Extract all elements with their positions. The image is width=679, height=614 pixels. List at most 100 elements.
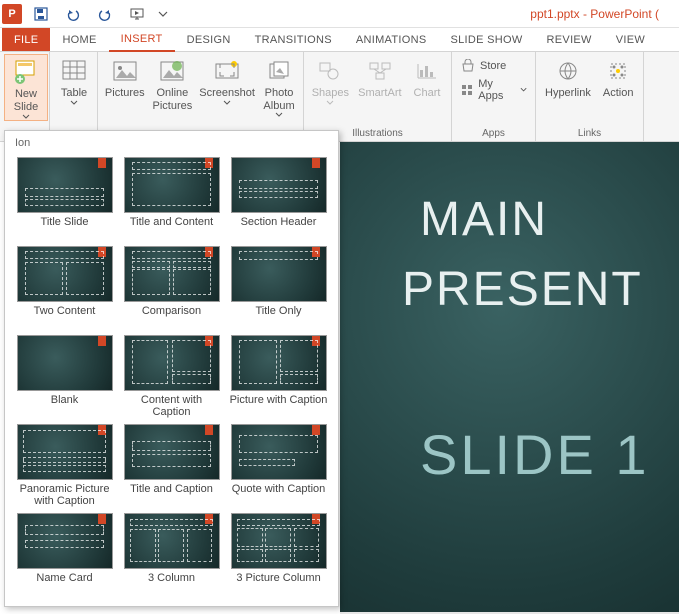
screenshot-label: Screenshot — [199, 87, 255, 100]
online-pictures-button[interactable]: Online Pictures — [150, 54, 196, 112]
smartart-label: SmartArt — [358, 87, 401, 100]
layout-name-card[interactable]: Name Card — [13, 511, 116, 598]
table-button[interactable]: Table — [54, 54, 94, 106]
layout-blank[interactable]: Blank — [13, 333, 116, 420]
table-icon — [60, 57, 88, 85]
layout-thumb — [231, 246, 327, 302]
ribbon: New Slide Table Pictures — [0, 52, 679, 142]
group-links-label: Links — [540, 128, 639, 141]
layout-thumb — [17, 513, 113, 569]
qat-customize-icon[interactable] — [156, 3, 170, 25]
layout-3-column[interactable]: 3 Column — [120, 511, 223, 598]
chart-icon — [413, 57, 441, 85]
slide-subtitle: SLIDE 1 — [420, 422, 650, 487]
layout-label: Title and Content — [130, 216, 213, 240]
store-button[interactable]: Store — [456, 57, 531, 75]
layout-content-with-caption[interactable]: Content with Caption — [120, 333, 223, 420]
layout-thumb — [231, 424, 327, 480]
store-icon — [460, 58, 476, 74]
layout-thumb — [124, 513, 220, 569]
group-apps-label: Apps — [456, 128, 531, 141]
chart-label: Chart — [414, 87, 441, 100]
layout-thumb — [17, 424, 113, 480]
store-label: Store — [480, 60, 506, 72]
title-bar: P ppt1.pptx - PowerPoint ( — [0, 0, 679, 28]
start-slideshow-icon[interactable] — [124, 3, 150, 25]
photo-album-icon — [265, 57, 293, 85]
new-slide-icon — [12, 58, 40, 86]
layout-thumb — [124, 335, 220, 391]
layout-label: Two Content — [34, 305, 96, 329]
layout-label: Title Only — [255, 305, 301, 329]
layout-thumb — [231, 335, 327, 391]
shapes-label: Shapes — [312, 87, 349, 100]
layout-thumb — [17, 335, 113, 391]
screenshot-button[interactable]: Screenshot — [197, 54, 257, 106]
redo-icon[interactable] — [92, 3, 118, 25]
tab-transitions[interactable]: TRANSITIONS — [243, 28, 344, 51]
layout-label: Picture with Caption — [230, 394, 328, 418]
tab-design[interactable]: DESIGN — [175, 28, 243, 51]
pictures-button[interactable]: Pictures — [102, 54, 148, 100]
layout-comparison[interactable]: Comparison — [120, 244, 223, 331]
tab-view[interactable]: VIEW — [604, 28, 657, 51]
tab-animations[interactable]: ANIMATIONS — [344, 28, 439, 51]
hyperlink-label: Hyperlink — [545, 87, 591, 100]
layout-thumb — [17, 246, 113, 302]
pictures-icon — [111, 57, 139, 85]
hyperlink-icon — [554, 57, 582, 85]
my-apps-button[interactable]: My Apps — [456, 77, 531, 103]
photo-album-button[interactable]: Photo Album — [259, 54, 299, 118]
layout-title-and-caption[interactable]: Title and Caption — [120, 422, 223, 509]
smartart-icon — [366, 57, 394, 85]
layout-label: Quote with Caption — [232, 483, 326, 507]
layout-3-picture-column[interactable]: 3 Picture Column — [227, 511, 330, 598]
layout-label: Panoramic Picture with Caption — [15, 483, 114, 507]
undo-icon[interactable] — [60, 3, 86, 25]
pictures-label: Pictures — [105, 87, 145, 100]
tab-insert[interactable]: INSERT — [109, 28, 175, 52]
slide-layout-gallery: Ion Title Slide Title and Content Section … — [4, 130, 339, 607]
layout-label: Title Slide — [41, 216, 89, 240]
layout-label: Name Card — [36, 572, 92, 596]
layout-thumb — [124, 157, 220, 213]
hyperlink-button[interactable]: Hyperlink — [540, 54, 596, 100]
action-icon — [604, 57, 632, 85]
layout-label: Content with Caption — [122, 394, 221, 418]
layout-picture-with-caption[interactable]: Picture with Caption — [227, 333, 330, 420]
gallery-theme-header: Ion — [7, 133, 336, 153]
tab-slideshow[interactable]: SLIDE SHOW — [438, 28, 534, 51]
layout-label: Comparison — [142, 305, 201, 329]
shapes-icon — [316, 57, 344, 85]
shapes-button[interactable]: Shapes — [308, 54, 353, 106]
slide-canvas[interactable]: MAIN PRESENT SLIDE 1 — [340, 142, 679, 612]
powerpoint-icon: P — [2, 4, 22, 24]
layout-title-only[interactable]: Title Only — [227, 244, 330, 331]
action-button[interactable]: Action — [598, 54, 639, 100]
screenshot-icon — [213, 57, 241, 85]
slide-editor-area: MAIN PRESENT SLIDE 1 — [340, 142, 679, 614]
layout-label: Title and Caption — [130, 483, 213, 507]
layout-quote-with-caption[interactable]: Quote with Caption — [227, 422, 330, 509]
layout-section-header[interactable]: Section Header — [227, 155, 330, 242]
layout-thumb — [124, 424, 220, 480]
my-apps-label: My Apps — [478, 78, 516, 102]
layout-two-content[interactable]: Two Content — [13, 244, 116, 331]
smartart-button[interactable]: SmartArt — [355, 54, 405, 100]
tab-home[interactable]: HOME — [50, 28, 108, 51]
slide-title-line1: MAIN — [420, 192, 548, 247]
tab-review[interactable]: REVIEW — [535, 28, 604, 51]
chart-button[interactable]: Chart — [407, 54, 447, 100]
layout-thumb — [231, 513, 327, 569]
layout-thumb — [231, 157, 327, 213]
tab-file[interactable]: FILE — [2, 28, 50, 51]
save-icon[interactable] — [28, 3, 54, 25]
online-pictures-label: Online Pictures — [153, 87, 193, 112]
layout-label: Blank — [51, 394, 79, 418]
layout-title-and-content[interactable]: Title and Content — [120, 155, 223, 242]
layout-title-slide[interactable]: Title Slide — [13, 155, 116, 242]
new-slide-button[interactable]: New Slide — [4, 54, 48, 121]
layout-panoramic-picture-with-caption[interactable]: Panoramic Picture with Caption — [13, 422, 116, 509]
action-label: Action — [603, 87, 634, 100]
table-label: Table — [61, 87, 87, 100]
